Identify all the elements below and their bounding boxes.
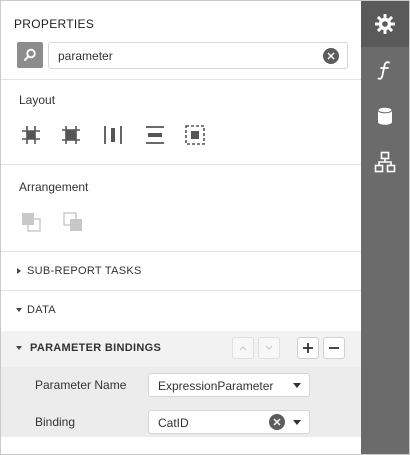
parameter-binding-editor: Parameter Name ExpressionParameter Bindi… bbox=[1, 367, 361, 437]
divider bbox=[1, 164, 361, 165]
search-field bbox=[48, 42, 348, 69]
binding-value: CatID bbox=[158, 416, 189, 430]
caret-right-icon bbox=[17, 268, 21, 274]
report-explorer-tab[interactable] bbox=[361, 139, 409, 185]
binding-select[interactable]: CatID bbox=[148, 410, 310, 434]
bring-to-front-icon bbox=[18, 209, 44, 235]
field-list-tab[interactable] bbox=[361, 93, 409, 139]
plus-icon bbox=[303, 343, 313, 353]
data-group[interactable]: DATA bbox=[1, 291, 361, 329]
clear-icon[interactable] bbox=[323, 48, 339, 64]
center-horizontally-icon[interactable] bbox=[100, 122, 126, 148]
layout-label: Layout bbox=[19, 93, 56, 107]
center-vertically-icon[interactable] bbox=[142, 122, 168, 148]
hierarchy-icon bbox=[374, 151, 396, 173]
add-binding-button[interactable] bbox=[297, 337, 319, 359]
gear-icon bbox=[375, 14, 395, 34]
dropdown-arrow-icon[interactable] bbox=[293, 420, 301, 425]
parameter-name-value: ExpressionParameter bbox=[158, 379, 274, 393]
properties-panel: PROPERTIES Layout Arrangement SUB-REPORT… bbox=[1, 1, 361, 454]
align-to-grid-icon[interactable] bbox=[18, 122, 44, 148]
move-down-button bbox=[258, 337, 280, 359]
database-icon bbox=[377, 106, 393, 125]
subreport-tasks-group[interactable]: SUB-REPORT TASKS bbox=[1, 252, 361, 290]
designer-tabs-sidebar bbox=[361, 1, 409, 454]
properties-tab[interactable] bbox=[361, 1, 409, 47]
minus-icon bbox=[329, 347, 339, 349]
parameter-name-label: Parameter Name bbox=[35, 378, 127, 392]
parameter-name-select[interactable]: ExpressionParameter bbox=[148, 373, 310, 397]
move-up-button bbox=[232, 337, 254, 359]
clear-icon[interactable] bbox=[269, 414, 285, 430]
expressions-tab[interactable] bbox=[361, 47, 409, 93]
data-group-title: DATA bbox=[27, 304, 56, 316]
divider bbox=[1, 79, 361, 80]
dropdown-arrow-icon[interactable] bbox=[293, 383, 301, 388]
panel-title: PROPERTIES bbox=[14, 17, 95, 31]
parameter-bindings-header[interactable]: PARAMETER BINDINGS bbox=[1, 331, 361, 367]
remove-binding-button[interactable] bbox=[323, 337, 345, 359]
caret-down-icon bbox=[16, 346, 22, 350]
parameter-bindings-title: PARAMETER BINDINGS bbox=[30, 342, 162, 354]
search-icon[interactable] bbox=[17, 42, 43, 68]
binding-label: Binding bbox=[35, 415, 76, 429]
send-to-back-icon bbox=[60, 209, 86, 235]
search-input[interactable] bbox=[49, 43, 319, 68]
fit-bounds-icon[interactable] bbox=[182, 122, 208, 148]
arrangement-label: Arrangement bbox=[19, 180, 89, 194]
size-to-grid-icon[interactable] bbox=[58, 122, 84, 148]
caret-down-icon bbox=[16, 308, 22, 312]
function-icon bbox=[377, 61, 390, 80]
subreport-tasks-title: SUB-REPORT TASKS bbox=[27, 265, 142, 277]
